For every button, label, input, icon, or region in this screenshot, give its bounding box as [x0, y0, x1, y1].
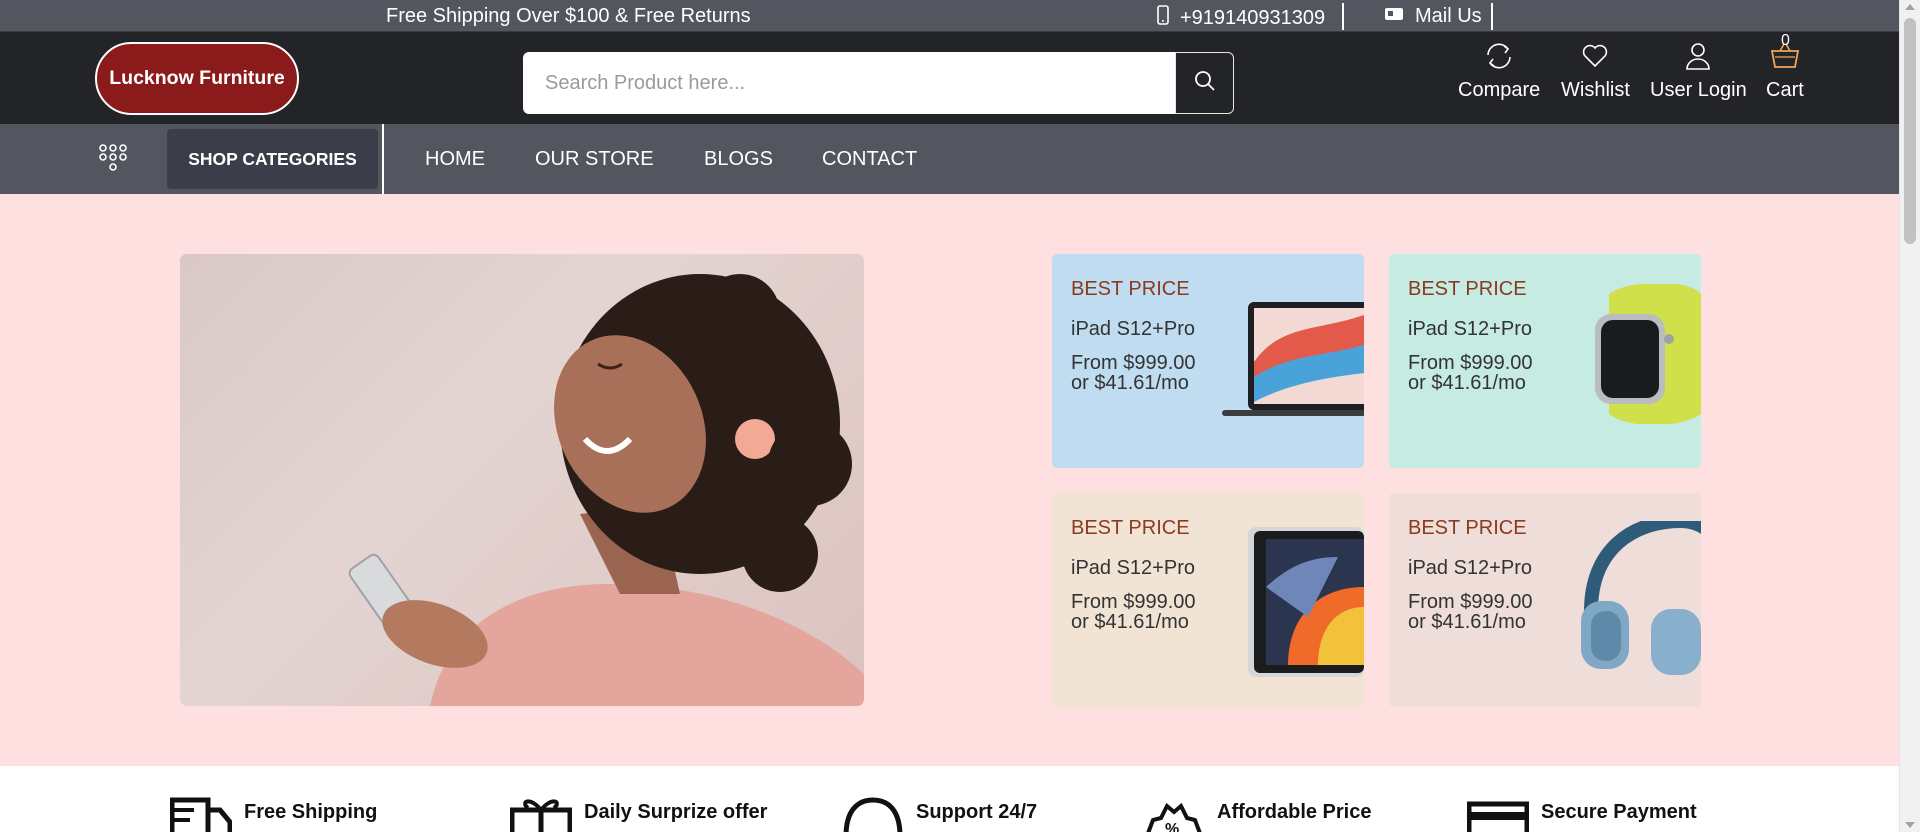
laptop-image — [1222, 302, 1364, 416]
main-banner-image[interactable] — [180, 254, 864, 706]
page-scrollbar[interactable] — [1899, 0, 1920, 832]
card-price-monthly: or $41.61/mo — [1408, 372, 1526, 394]
scroll-up-arrow-icon[interactable] — [1905, 4, 1915, 10]
promo-card-tablet[interactable]: BEST PRICE iPad S12+Pro From $999.00 or … — [1052, 493, 1364, 707]
main-header: Lucknow Furniture Compare Wishlist — [0, 32, 1899, 124]
service-daily-surprize-offer: Daily Surprize offer — [509, 796, 768, 832]
wishlist-label: Wishlist — [1561, 79, 1630, 101]
promo-text: Free Shipping Over $100 & Free Returns — [386, 5, 751, 27]
card-product-name: iPad S12+Pro — [1071, 557, 1195, 579]
headset-icon — [842, 796, 904, 832]
card-tag: BEST PRICE — [1408, 517, 1527, 539]
card-price: From $999.00 or $41.61/mo — [1071, 592, 1196, 632]
smartwatch-image — [1595, 284, 1701, 424]
card-price-monthly: or $41.61/mo — [1071, 611, 1189, 633]
mail-label: Mail Us — [1415, 5, 1482, 27]
svg-text:%: % — [1165, 821, 1179, 832]
woman-with-phone-illustration — [348, 274, 864, 706]
nav-home[interactable]: HOME — [425, 148, 485, 171]
search-button[interactable] — [1175, 52, 1234, 114]
mail-link[interactable]: Mail Us — [1383, 5, 1482, 28]
mobile-phone-icon — [1156, 5, 1170, 31]
user-login-link[interactable]: User Login — [1650, 41, 1747, 102]
search-bar — [523, 52, 1234, 114]
card-tag: BEST PRICE — [1408, 278, 1527, 300]
service-support-247: Support 24/7 — [842, 796, 1037, 832]
nav-our-store[interactable]: OUR STORE — [535, 148, 654, 171]
credit-card-icon — [1466, 796, 1530, 832]
login-label: User Login — [1650, 79, 1747, 101]
service-title: Support 24/7 — [916, 801, 1038, 823]
cart-count-badge: 0 — [1781, 32, 1790, 49]
service-title: Free Shipping — [244, 801, 378, 823]
topbar-divider — [1342, 3, 1344, 30]
card-price: From $999.00 or $41.61/mo — [1408, 592, 1533, 632]
card-price-monthly: or $41.61/mo — [1071, 372, 1189, 394]
page: Free Shipping Over $100 & Free Returns +… — [0, 0, 1899, 832]
card-price-from: From $999.00 — [1071, 352, 1196, 374]
card-product-name: iPad S12+Pro — [1408, 318, 1532, 340]
headphones-image — [1581, 521, 1701, 675]
heart-icon — [1580, 41, 1610, 77]
nav-contact[interactable]: CONTACT — [822, 148, 917, 171]
cart-link[interactable]: Cart — [1766, 41, 1804, 102]
card-price-monthly: or $41.61/mo — [1408, 611, 1526, 633]
search-icon — [1194, 70, 1216, 97]
compare-link[interactable]: Compare — [1458, 41, 1540, 102]
promo-card-headphones[interactable]: BEST PRICE iPad S12+Pro From $999.00 or … — [1389, 493, 1701, 707]
refresh-arrows-icon — [1483, 41, 1515, 77]
services-strip: Free Shipping Daily Surprize offer Suppo… — [0, 766, 1899, 832]
scrollbar-thumb[interactable] — [1904, 18, 1916, 244]
user-icon — [1683, 41, 1713, 77]
tablet-image — [1248, 527, 1364, 677]
nav-divider — [382, 124, 384, 194]
service-free-shipping: Free Shipping — [169, 796, 378, 832]
card-product-name: iPad S12+Pro — [1071, 318, 1195, 340]
service-title: Affordable Price — [1217, 801, 1372, 823]
envelope-icon — [1383, 5, 1405, 28]
card-product-name: iPad S12+Pro — [1408, 557, 1532, 579]
service-secure-payment: Secure Payment — [1466, 796, 1697, 832]
top-bar: Free Shipping Over $100 & Free Returns +… — [0, 0, 1899, 32]
card-tag: BEST PRICE — [1071, 278, 1190, 300]
category-grid-icon[interactable] — [97, 143, 129, 180]
card-price-from: From $999.00 — [1408, 352, 1533, 374]
search-input[interactable] — [523, 52, 1175, 114]
service-affordable-price: % Affordable Price — [1143, 796, 1371, 832]
cart-label: Cart — [1766, 79, 1804, 101]
card-price: From $999.00 or $41.61/mo — [1071, 353, 1196, 393]
scroll-down-arrow-icon[interactable] — [1905, 822, 1915, 828]
service-title: Daily Surprize offer — [584, 801, 768, 823]
promo-card-laptop[interactable]: BEST PRICE iPad S12+Pro From $999.00 or … — [1052, 254, 1364, 468]
discount-badge-icon: % — [1143, 796, 1205, 832]
nav-blogs[interactable]: BLOGS — [704, 148, 773, 171]
wishlist-link[interactable]: Wishlist — [1561, 41, 1630, 102]
gift-icon — [509, 796, 573, 832]
service-title: Secure Payment — [1541, 801, 1697, 823]
main-nav: SHOP CATEGORIES HOME OUR STORE BLOGS CON… — [0, 124, 1899, 194]
card-price-from: From $999.00 — [1408, 591, 1533, 613]
delivery-truck-icon — [169, 796, 233, 832]
card-tag: BEST PRICE — [1071, 517, 1190, 539]
compare-label: Compare — [1458, 79, 1541, 101]
site-logo[interactable]: Lucknow Furniture — [95, 42, 299, 115]
card-price-from: From $999.00 — [1071, 591, 1196, 613]
topbar-divider — [1491, 3, 1493, 30]
phone-number: +919140931309 — [1180, 6, 1326, 29]
shop-categories-button[interactable]: SHOP CATEGORIES — [167, 129, 378, 189]
card-price: From $999.00 or $41.61/mo — [1408, 353, 1533, 393]
hero-section: BEST PRICE iPad S12+Pro From $999.00 or … — [0, 194, 1899, 766]
phone-link[interactable]: +919140931309 — [1156, 5, 1325, 31]
promo-card-smartwatch[interactable]: BEST PRICE iPad S12+Pro From $999.00 or … — [1389, 254, 1701, 468]
